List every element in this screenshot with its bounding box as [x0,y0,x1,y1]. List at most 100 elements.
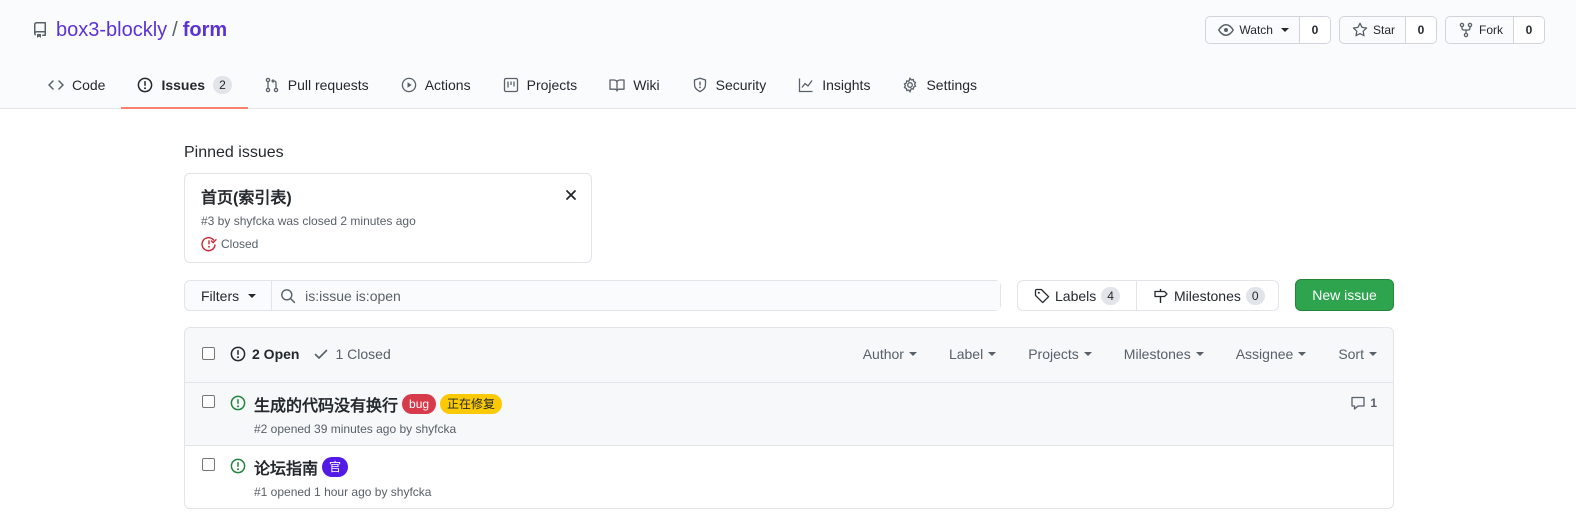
repo-name-link[interactable]: form [183,19,227,42]
author-menu-label: Author [862,346,904,362]
pinned-issue-status-label: Closed [221,237,259,251]
milestone-icon [1154,288,1168,303]
open-count-label: 2 Open [252,346,300,362]
star-label: Star [1372,23,1395,37]
milestones-menu-label: Milestones [1123,346,1191,362]
tab-settings[interactable]: Settings [886,62,993,107]
projects-menu-label: Projects [1028,346,1079,362]
tab-settings-label: Settings [926,76,978,93]
repo-icon [32,22,48,38]
tab-wiki[interactable]: Wiki [593,62,675,107]
milestones-button[interactable]: Milestones 0 [1135,281,1281,310]
milestones-label: Milestones [1173,287,1241,304]
play-icon [401,77,416,92]
repo-actions: Watch 0 Star 0 Fork 0 [1205,16,1545,44]
tab-issues-label: Issues [161,76,206,93]
fork-icon [1459,22,1473,38]
star-button[interactable]: Star [1340,17,1406,43]
issue-title-link[interactable]: 论坛指南 [254,455,318,479]
milestones-counter: 0 [1245,286,1265,305]
project-icon [503,77,518,92]
projects-menu[interactable]: Projects [1028,346,1092,362]
tab-wiki-label: Wiki [633,76,660,93]
issue-opened-icon [230,458,246,474]
pinned-issue-title[interactable]: 首页(索引表) [201,184,292,208]
search-icon [281,288,296,303]
check-icon [315,349,328,359]
tab-insights[interactable]: Insights [782,62,886,107]
label-menu-label: Label [948,346,984,362]
open-issues-link[interactable]: 2 Open [230,346,299,362]
tab-pull-requests-label: Pull requests [287,76,369,93]
labels-button[interactable]: Labels 4 [1018,281,1136,310]
tab-code[interactable]: Code [32,62,121,107]
sort-menu[interactable]: Sort [1338,346,1377,362]
tab-issues[interactable]: Issues 2 [121,62,249,109]
issue-label[interactable]: bug [402,394,437,414]
tab-actions-label: Actions [424,76,471,93]
author-menu[interactable]: Author [863,346,917,362]
issue-title-link[interactable]: 生成的代码没有换行 [254,392,398,416]
labels-milestones-group: Labels 4 Milestones 0 [1017,280,1279,311]
assignee-menu-label: Assignee [1235,346,1294,362]
sort-menu-label: Sort [1338,346,1364,362]
pull-request-icon [265,77,278,92]
tab-pull-requests[interactable]: Pull requests [248,62,385,107]
issue-label[interactable]: 官 [322,457,349,477]
watch-count[interactable]: 0 [1299,17,1330,43]
issue-opened-icon [230,395,246,411]
tab-insights-label: Insights [822,76,871,93]
chevron-down-icon [988,352,997,356]
comments-link[interactable]: 1 [1350,395,1377,411]
chevron-down-icon [248,293,257,298]
issue-title-line: 生成的代码没有换行 bug 正在修复 [254,392,503,416]
tab-security[interactable]: Security [676,62,783,107]
chevron-down-icon [1083,352,1092,356]
fork-label: Fork [1479,23,1503,37]
watch-label: Watch [1239,23,1273,37]
repo-header: box3-blockly / form Watch 0 Star 0 Fork [0,0,1576,109]
issue-title-line: 论坛指南 官 [254,455,349,479]
issue-list-header: 2 Open 1 Closed Author Label Projects Mi… [185,328,1393,383]
milestones-menu[interactable]: Milestones [1124,346,1204,362]
chevron-down-icon [1298,352,1307,356]
code-icon [48,79,64,90]
new-issue-button[interactable]: New issue [1295,279,1394,311]
select-all-checkbox[interactable] [202,347,215,360]
filters-label: Filters [201,287,240,304]
tab-security-label: Security [715,76,767,93]
comment-icon [1351,396,1365,410]
issue-checkbox[interactable] [202,458,215,471]
pinned-issues-heading: Pinned issues [184,144,284,161]
tab-projects-label: Projects [526,76,578,93]
chevron-down-icon [1195,352,1204,356]
label-menu[interactable]: Label [948,346,997,362]
close-icon [566,190,576,200]
fork-button[interactable]: Fork [1446,17,1514,43]
issue-checkbox[interactable] [202,395,215,408]
issue-row: 生成的代码没有换行 bug 正在修复 #2 opened 39 minutes … [185,383,1393,446]
issue-label[interactable]: 正在修复 [440,394,503,414]
assignee-menu[interactable]: Assignee [1236,346,1307,362]
watch-button[interactable]: Watch [1206,17,1300,43]
pinned-issue-card: 首页(索引表) #3 by shyfcka was closed 2 minut… [184,173,592,263]
repo-owner-link[interactable]: box3-blockly [56,19,167,42]
repo-separator: / [172,18,178,41]
unpin-button[interactable] [565,188,577,204]
labels-counter: 4 [1101,286,1120,305]
comment-count: 1 [1370,396,1377,410]
tab-projects[interactable]: Projects [487,62,594,107]
closed-issues-link[interactable]: 1 Closed [313,346,391,362]
issue-meta: #2 opened 39 minutes ago by shyfcka [254,422,457,436]
watch-button-group: Watch 0 [1205,16,1331,44]
star-count[interactable]: 0 [1406,17,1436,43]
fork-count[interactable]: 0 [1514,17,1544,43]
star-icon [1352,22,1368,37]
filters-button[interactable]: Filters [185,281,273,310]
issue-search-input[interactable]: is:issue is:open [272,281,1000,310]
tab-actions[interactable]: Actions [385,62,487,107]
chevron-down-icon [908,352,917,356]
issue-opened-icon [230,346,246,362]
state-toggle: 2 Open 1 Closed [230,346,391,362]
gear-icon [904,76,917,93]
